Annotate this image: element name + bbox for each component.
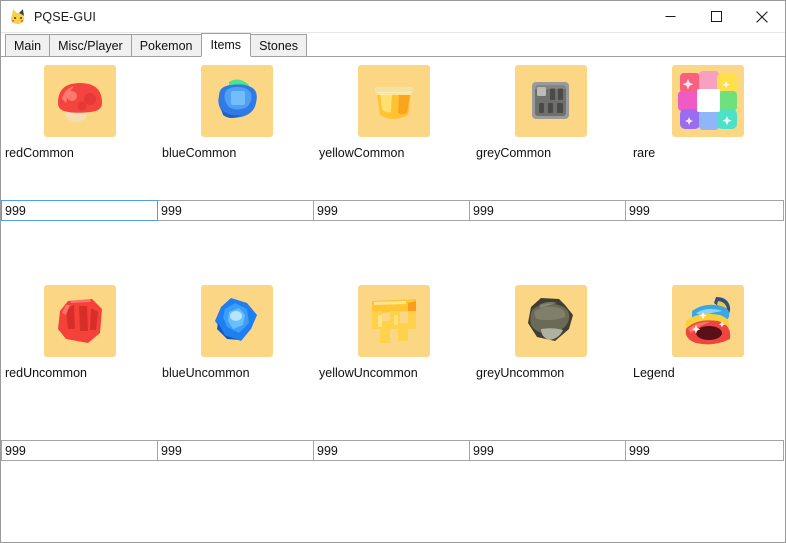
- rainbow-square-icon: [672, 64, 744, 137]
- quantity-input-yellowuncommon[interactable]: [313, 440, 470, 461]
- red-crystal-icon: [43, 284, 116, 357]
- sprite-container: [315, 57, 472, 144]
- sprite-container: [472, 277, 629, 364]
- item-label: blueUncommon: [162, 366, 250, 380]
- sprite-container: [1, 277, 158, 364]
- item-grid-row-2: redUncommon blueUncommon yellowUncommon …: [1, 277, 785, 383]
- item-cell-bluecommon: blueCommon: [158, 57, 315, 163]
- application-window: PQSE-GUI Main Misc/Player Pokemon Items …: [0, 0, 786, 543]
- tab-label: Stones: [259, 38, 298, 53]
- sprite-container: [629, 277, 785, 364]
- tab-main[interactable]: Main: [5, 34, 51, 57]
- item-grid-row-1: redCommon blueCommon yellowCommon greyCo…: [1, 57, 785, 163]
- blue-gem-icon: [200, 64, 273, 137]
- sprite-container: [158, 57, 315, 144]
- tab-label: Main: [14, 38, 42, 53]
- quantity-input-redcommon[interactable]: [1, 200, 158, 221]
- yellow-crystal-icon: [357, 284, 430, 357]
- item-cell-redcommon: redCommon: [1, 57, 158, 163]
- quantity-row-1: [1, 200, 785, 221]
- maximize-icon: [710, 11, 722, 22]
- item-cell-rare: rare: [629, 57, 785, 163]
- grey-rock-icon: [514, 284, 587, 357]
- legend-stack-icon: [672, 284, 744, 357]
- item-label: Legend: [633, 366, 675, 380]
- red-mushroom-icon: [43, 64, 116, 137]
- quantity-input-legend[interactable]: [625, 440, 784, 461]
- tab-stones[interactable]: Stones: [250, 34, 307, 57]
- item-label: rare: [633, 146, 656, 160]
- quantity-input-blueuncommon[interactable]: [157, 440, 314, 461]
- item-cell-blueuncommon: blueUncommon: [158, 277, 315, 383]
- window-controls: [647, 1, 785, 32]
- item-label: greyUncommon: [476, 366, 565, 380]
- grey-chip-icon: [514, 64, 587, 137]
- item-cell-greycommon: greyCommon: [472, 57, 629, 163]
- quantity-input-bluecommon[interactable]: [157, 200, 314, 221]
- minimize-icon: [665, 16, 675, 17]
- sprite-container: [158, 277, 315, 364]
- window-title: PQSE-GUI: [34, 9, 96, 24]
- tab-label: Pokemon: [139, 38, 193, 53]
- yellow-bucket-icon: [357, 64, 430, 137]
- tab-label: Items: [210, 38, 242, 52]
- close-button[interactable]: [739, 1, 785, 32]
- item-label: yellowCommon: [319, 146, 405, 160]
- item-cell-reduncommon: redUncommon: [1, 277, 158, 383]
- sprite-container: [472, 57, 629, 144]
- quantity-input-reduncommon[interactable]: [1, 440, 158, 461]
- tab-misc-player[interactable]: Misc/Player: [49, 34, 132, 57]
- pikachu-icon: [10, 7, 26, 25]
- items-panel: redCommon blueCommon yellowCommon greyCo…: [1, 57, 785, 542]
- quantity-row-2: [1, 440, 785, 461]
- sprite-container: [315, 277, 472, 364]
- item-label: greyCommon: [476, 146, 552, 160]
- close-icon: [756, 10, 768, 23]
- sprite-container: [1, 57, 158, 144]
- tab-bar: Main Misc/Player Pokemon Items Stones: [1, 33, 785, 57]
- item-cell-yellowuncommon: yellowUncommon: [315, 277, 472, 383]
- quantity-input-greyuncommon[interactable]: [469, 440, 626, 461]
- item-label: blueCommon: [162, 146, 237, 160]
- quantity-input-yellowcommon[interactable]: [313, 200, 470, 221]
- minimize-button[interactable]: [647, 1, 693, 32]
- item-label: redUncommon: [5, 366, 87, 380]
- item-cell-yellowcommon: yellowCommon: [315, 57, 472, 163]
- maximize-button[interactable]: [693, 1, 739, 32]
- quantity-input-rare[interactable]: [625, 200, 784, 221]
- item-cell-legend: Legend: [629, 277, 785, 383]
- tab-items[interactable]: Items: [200, 33, 252, 57]
- title-bar: PQSE-GUI: [1, 1, 785, 33]
- tab-label: Misc/Player: [58, 38, 123, 53]
- item-cell-greyuncommon: greyUncommon: [472, 277, 629, 383]
- item-label: redCommon: [5, 146, 74, 160]
- quantity-input-greycommon[interactable]: [469, 200, 626, 221]
- blue-crystal-icon: [200, 284, 273, 357]
- sprite-container: [629, 57, 785, 144]
- tab-pokemon[interactable]: Pokemon: [130, 34, 202, 57]
- item-label: yellowUncommon: [319, 366, 418, 380]
